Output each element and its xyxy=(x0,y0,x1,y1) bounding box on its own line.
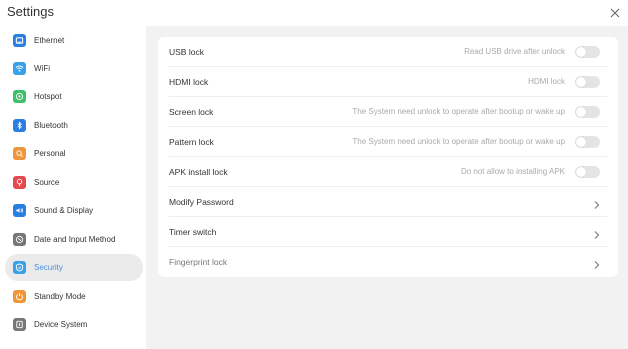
screen-lock-row[interactable]: Screen lock The System need unlock to op… xyxy=(158,97,618,127)
sidebar-item-wifi[interactable]: WiFi xyxy=(5,55,143,82)
sidebar-item-label: Bluetooth xyxy=(34,121,68,130)
sidebar: Ethernet WiFi Hotspot Bluetooth Personal xyxy=(0,26,146,349)
sidebar-item-label: Source xyxy=(34,178,60,187)
date-input-icon xyxy=(13,233,26,246)
standby-icon xyxy=(13,290,26,303)
row-hint: Do not allow to installing APK xyxy=(460,167,565,176)
pattern-lock-toggle[interactable] xyxy=(575,136,600,148)
apk-install-lock-toggle[interactable] xyxy=(575,166,600,178)
row-label: Pattern lock xyxy=(169,137,214,147)
row-label: HDMI lock xyxy=(169,77,209,87)
sidebar-item-security[interactable]: Security xyxy=(5,254,143,281)
sidebar-item-source[interactable]: Source xyxy=(5,169,143,196)
usb-lock-row[interactable]: USB lock Read USB drive after unlock xyxy=(158,37,618,67)
chevron-right-icon xyxy=(593,227,601,239)
row-label: Modify Password xyxy=(169,197,234,207)
toggle-knob xyxy=(576,107,586,117)
wifi-icon xyxy=(13,62,26,75)
sidebar-item-date-input[interactable]: Date and Input Method xyxy=(5,226,143,253)
sidebar-item-device-system[interactable]: Device System xyxy=(5,311,143,338)
security-settings-card: USB lock Read USB drive after unlock HDM… xyxy=(158,37,618,277)
usb-lock-toggle[interactable] xyxy=(575,46,600,58)
row-label: USB lock xyxy=(169,47,204,57)
toggle-knob xyxy=(576,137,586,147)
source-icon xyxy=(13,176,26,189)
hdmi-lock-toggle[interactable] xyxy=(575,76,600,88)
sidebar-item-label: Security xyxy=(34,263,63,272)
ethernet-icon xyxy=(13,34,26,47)
sidebar-item-label: WiFi xyxy=(34,64,50,73)
chevron-right-icon xyxy=(593,197,601,209)
apk-install-lock-row[interactable]: APK install lock Do not allow to install… xyxy=(158,157,618,187)
security-panel: USB lock Read USB drive after unlock HDM… xyxy=(146,26,628,349)
sidebar-item-label: Date and Input Method xyxy=(34,235,116,244)
sidebar-item-sound-display[interactable]: Sound & Display xyxy=(5,197,143,224)
sidebar-item-personal[interactable]: Personal xyxy=(5,140,143,167)
sidebar-item-standby[interactable]: Standby Mode xyxy=(5,283,143,310)
toggle-knob xyxy=(576,47,586,57)
settings-window: Settings Ethernet WiFi Hotspot Bluetooth… xyxy=(0,0,628,349)
timer-switch-row[interactable]: Timer switch xyxy=(158,217,618,247)
sidebar-item-bluetooth[interactable]: Bluetooth xyxy=(5,112,143,139)
sidebar-item-hotspot[interactable]: Hotspot xyxy=(5,83,143,110)
pattern-lock-row[interactable]: Pattern lock The System need unlock to o… xyxy=(158,127,618,157)
row-hint: Read USB drive after unlock xyxy=(464,47,565,56)
sidebar-item-ethernet[interactable]: Ethernet xyxy=(5,27,143,54)
fingerprint-lock-row[interactable]: Fingerprint lock xyxy=(158,247,618,277)
shield-icon xyxy=(13,261,26,274)
row-label: APK install lock xyxy=(169,167,228,177)
row-hint: HDMI lock xyxy=(528,77,565,86)
sidebar-item-label: Personal xyxy=(34,149,66,158)
sidebar-item-label: Ethernet xyxy=(34,36,65,45)
chevron-right-icon xyxy=(593,257,601,269)
row-label: Timer switch xyxy=(169,227,217,237)
toggle-knob xyxy=(576,167,586,177)
sound-display-icon xyxy=(13,204,26,217)
row-label: Screen lock xyxy=(169,107,214,117)
personal-icon xyxy=(13,147,26,160)
sidebar-item-label: Hotspot xyxy=(34,92,62,101)
close-icon[interactable] xyxy=(610,5,620,18)
bluetooth-icon xyxy=(13,119,26,132)
row-hint: The System need unlock to operate after … xyxy=(352,137,565,146)
window-title: Settings xyxy=(7,4,54,19)
sidebar-item-label: Sound & Display xyxy=(34,206,94,215)
modify-password-row[interactable]: Modify Password xyxy=(158,187,618,217)
device-system-icon xyxy=(13,318,26,331)
screen-lock-toggle[interactable] xyxy=(575,106,600,118)
row-label: Fingerprint lock xyxy=(169,257,228,267)
toggle-knob xyxy=(576,77,586,87)
sidebar-item-label: Standby Mode xyxy=(34,292,86,301)
row-hint: The System need unlock to operate after … xyxy=(352,107,565,116)
sidebar-item-label: Device System xyxy=(34,320,88,329)
hdmi-lock-row[interactable]: HDMI lock HDMI lock xyxy=(158,67,618,97)
hotspot-icon xyxy=(13,90,26,103)
